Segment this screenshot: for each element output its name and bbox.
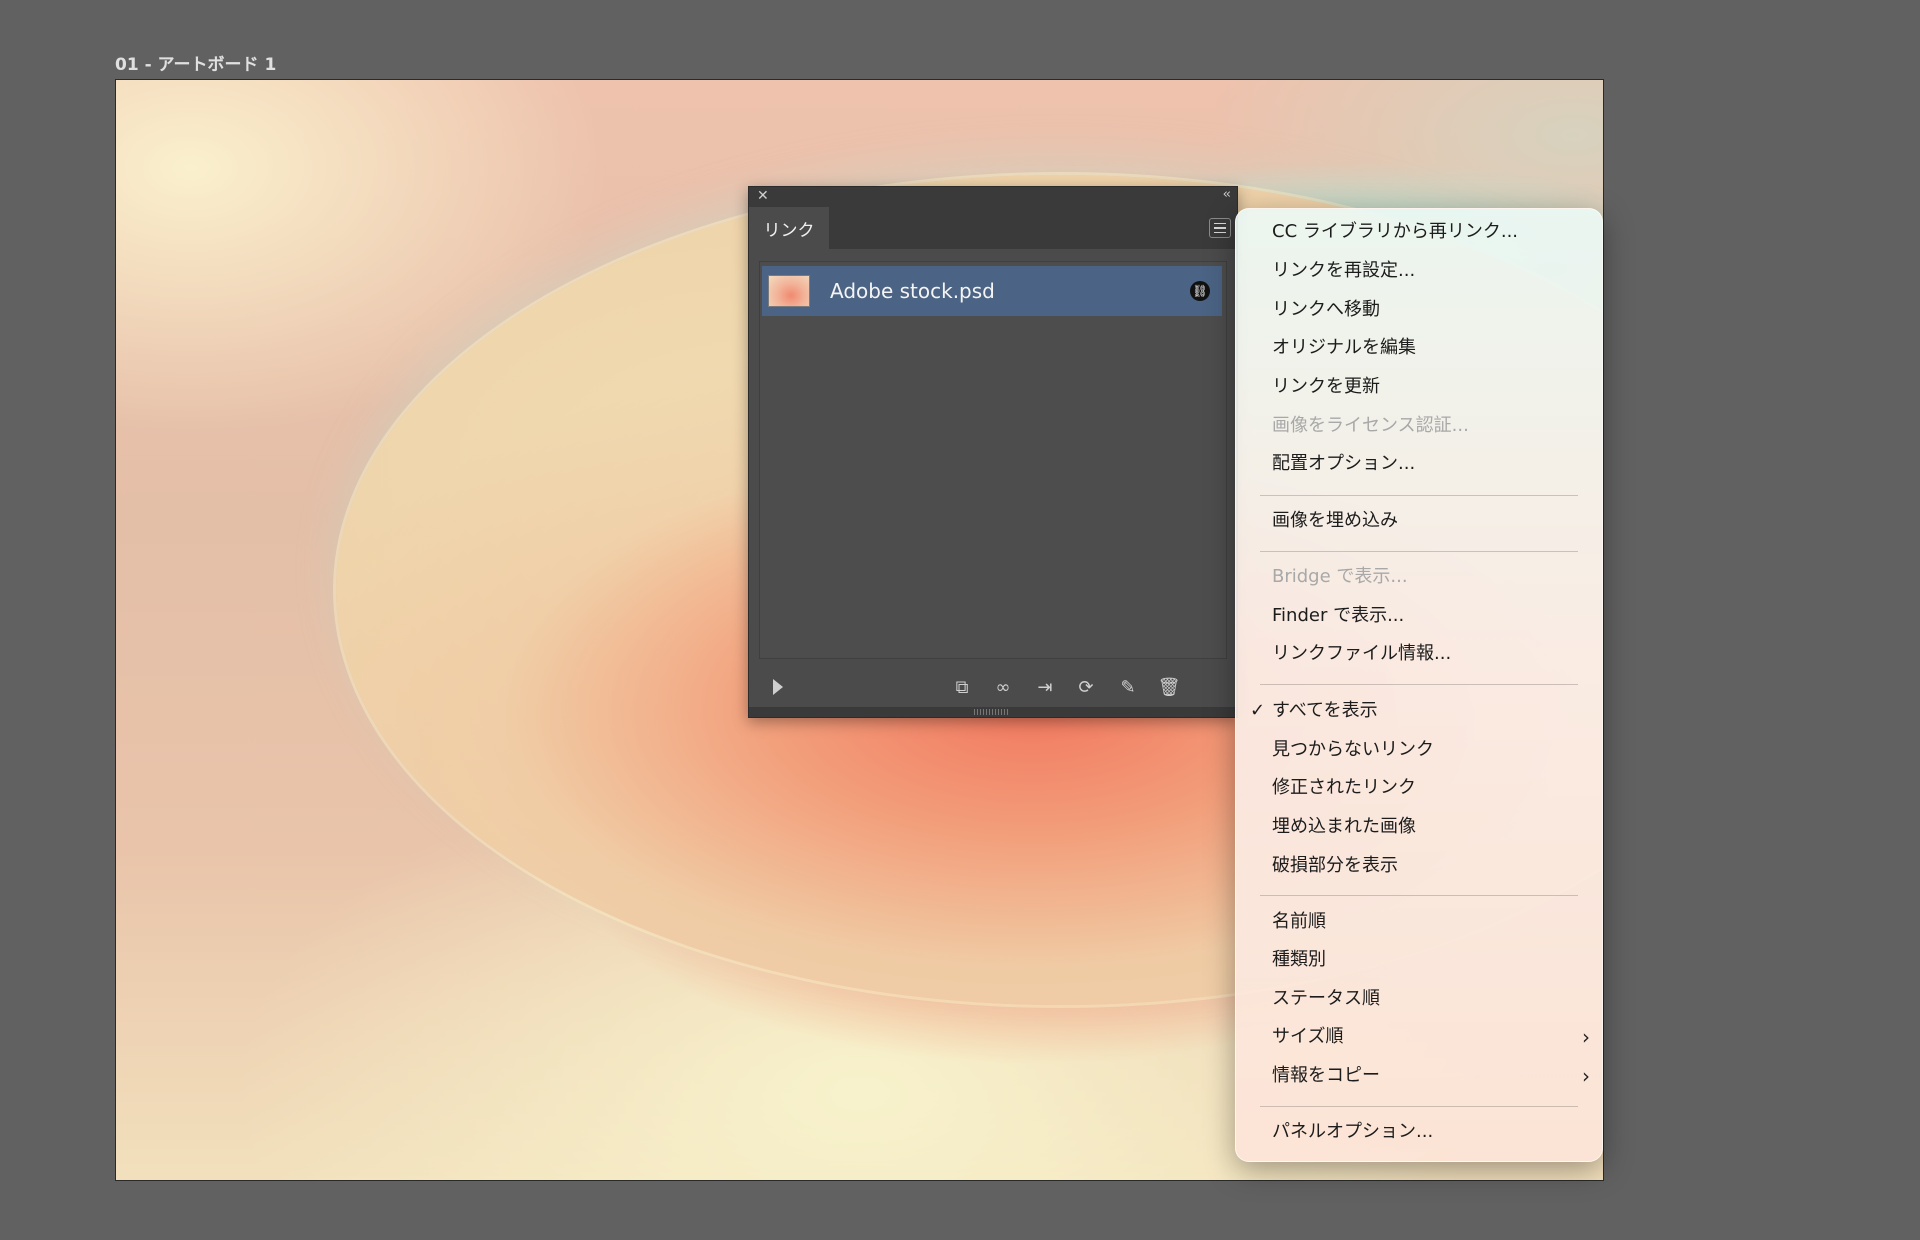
links-panel-menu: CC ライブラリから再リンク... リンクを再設定... リンクへ移動 オリジナ…	[1235, 208, 1603, 1162]
menu-item-go-to-link[interactable]: リンクへ移動	[1272, 293, 1380, 327]
menu-item-show-in-finder[interactable]: Finder で表示...	[1272, 599, 1404, 633]
panel-menu-icon[interactable]	[1209, 218, 1231, 238]
panel-footer: ⧉ ∞ ⇥ ⟳ ✎ 🗑	[749, 669, 1237, 707]
link-status-icon: ⛓	[1190, 281, 1210, 301]
update-link-icon[interactable]: ⟳	[1073, 677, 1099, 698]
close-icon[interactable]: ✕	[757, 188, 769, 204]
menu-item-relink-cc-library[interactable]: CC ライブラリから再リンク...	[1272, 215, 1518, 249]
menu-item-embed-image[interactable]: 画像を埋め込み	[1272, 504, 1398, 538]
menu-item-sort-type[interactable]: 種類別	[1272, 943, 1326, 977]
tab-links[interactable]: リンク	[749, 207, 829, 249]
relink-icon[interactable]: ∞	[990, 677, 1016, 698]
panel-titlebar[interactable]: ✕ ‹‹	[749, 187, 1237, 207]
menu-item-sort-name[interactable]: 名前順	[1272, 905, 1326, 939]
menu-item-show-damaged[interactable]: 破損部分を表示	[1272, 849, 1398, 883]
menu-item-update-link[interactable]: リンクを更新	[1272, 370, 1380, 404]
resize-handle[interactable]	[749, 707, 1237, 717]
menu-item-copy-info[interactable]: 情報をコピー ›	[1272, 1059, 1592, 1093]
menu-item-license-image: 画像をライセンス認証...	[1272, 415, 1469, 436]
menu-separator	[1260, 495, 1578, 496]
link-name: Adobe stock.psd	[830, 279, 995, 303]
collapse-icon[interactable]: ‹‹	[1223, 187, 1232, 202]
links-panel: ✕ ‹‹ リンク Adobe stock.psd ⛓ ⧉ ∞ ⇥ ⟳ ✎ 🗑	[748, 186, 1238, 718]
relink-cc-library-icon[interactable]: ⧉	[949, 677, 975, 698]
artboard-label: 01 - アートボード 1	[115, 55, 277, 75]
chevron-right-icon: ›	[1582, 1064, 1590, 1088]
checkmark-icon: ✓	[1250, 700, 1266, 721]
menu-item-missing-links[interactable]: 見つからないリンク	[1272, 733, 1434, 767]
menu-item-panel-options[interactable]: パネルオプション...	[1272, 1115, 1433, 1149]
menu-item-show-in-bridge: Bridge で表示...	[1272, 566, 1408, 587]
trash-icon[interactable]: 🗑	[1156, 677, 1182, 698]
link-thumbnail	[768, 275, 810, 307]
menu-item-sort-size[interactable]: サイズ順 ›	[1272, 1020, 1592, 1054]
menu-separator	[1260, 1106, 1578, 1107]
chevron-right-icon: ›	[1582, 1025, 1590, 1049]
menu-separator	[1260, 895, 1578, 896]
menu-item-edit-original[interactable]: オリジナルを編集	[1272, 331, 1416, 365]
menu-item-placement-options[interactable]: 配置オプション...	[1272, 447, 1415, 481]
menu-item-sort-status[interactable]: ステータス順	[1272, 982, 1380, 1016]
links-list: Adobe stock.psd ⛓	[759, 261, 1227, 659]
menu-separator	[1260, 551, 1578, 552]
menu-separator	[1260, 684, 1578, 685]
menu-item-show-all[interactable]: ✓ すべてを表示	[1250, 694, 1378, 728]
menu-item-modified-links[interactable]: 修正されたリンク	[1272, 771, 1416, 805]
menu-item-relink[interactable]: リンクを再設定...	[1272, 254, 1415, 288]
edit-original-icon[interactable]: ✎	[1115, 677, 1141, 698]
list-item[interactable]: Adobe stock.psd ⛓	[762, 266, 1222, 316]
panel-tab-bar: リンク	[749, 207, 1237, 249]
play-icon[interactable]	[773, 679, 783, 695]
menu-item-link-file-info[interactable]: リンクファイル情報...	[1272, 637, 1451, 671]
menu-item-embedded-images[interactable]: 埋め込まれた画像	[1272, 810, 1416, 844]
go-to-link-icon[interactable]: ⇥	[1032, 677, 1058, 698]
